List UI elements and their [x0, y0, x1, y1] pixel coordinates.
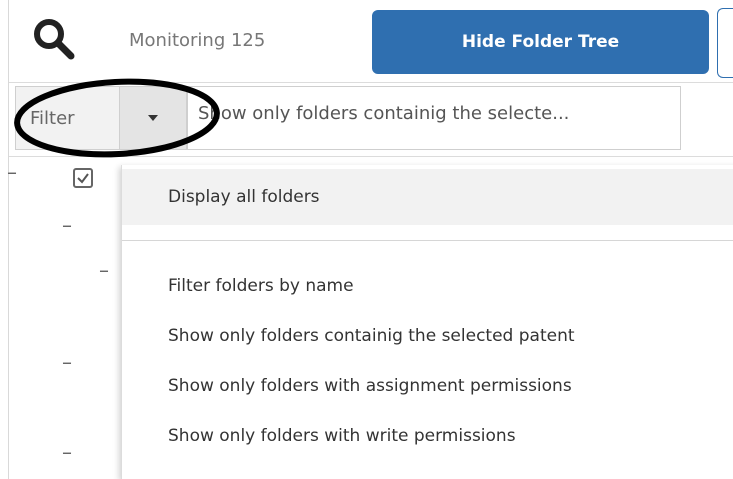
filter-label: Filter [15, 86, 119, 150]
filter-label-text: Filter [30, 107, 75, 129]
filter-dropdown-menu: Display all folders Filter folders by na… [121, 165, 733, 479]
folder-panel: Monitoring 125 Hide Folder Tree Filter S… [7, 0, 733, 479]
hide-folder-tree-button[interactable]: Hide Folder Tree [372, 10, 709, 74]
filter-bar: Filter Show only folders containig the s… [9, 82, 733, 234]
menu-divider [122, 240, 733, 241]
collapse-icon[interactable]: – [62, 440, 72, 464]
monitoring-label: Monitoring 125 [129, 30, 266, 51]
filter-dropdown-toggle[interactable] [119, 86, 187, 150]
collapse-icon[interactable]: – [62, 350, 72, 374]
menu-item-filter-by-name[interactable]: Filter folders by name [122, 261, 733, 311]
menu-item-display-all[interactable]: Display all folders [122, 169, 733, 225]
chevron-down-icon [148, 115, 158, 121]
search-icon[interactable] [31, 16, 77, 62]
checkbox-checked-icon[interactable] [73, 168, 93, 188]
filter-select-value[interactable]: Show only folders containig the selecte.… [187, 86, 681, 150]
menu-item-containing-patent[interactable]: Show only folders containig the selected… [122, 311, 733, 361]
menu-item-assignment-permissions[interactable]: Show only folders with assignment permis… [122, 361, 733, 411]
collapse-icon[interactable]: – [7, 160, 17, 184]
adjacent-button-edge[interactable] [717, 8, 733, 78]
menu-item-write-permissions[interactable]: Show only folders with write permissions [122, 411, 733, 461]
top-toolbar: Monitoring 125 Hide Folder Tree [9, 0, 733, 83]
collapse-icon[interactable]: – [99, 258, 109, 282]
collapse-icon[interactable]: – [62, 213, 72, 237]
